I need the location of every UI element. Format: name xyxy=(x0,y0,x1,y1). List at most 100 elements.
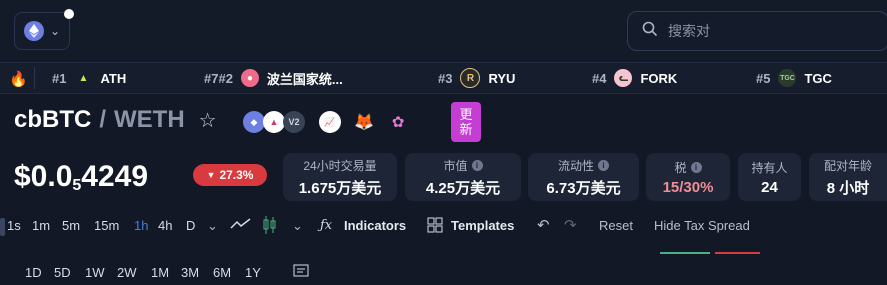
info-icon[interactable]: i xyxy=(471,159,483,171)
indicators-button[interactable]: Indicators xyxy=(344,218,406,233)
update-label-line: 新 xyxy=(459,122,473,137)
trending-name: 波兰国家统... xyxy=(266,71,343,87)
price: $0.054249 xyxy=(14,160,148,195)
chevron-down-icon[interactable]: ⌄ xyxy=(292,218,303,234)
divider xyxy=(34,67,35,89)
version-badge: V2 xyxy=(283,111,305,133)
compare-range-icon[interactable] xyxy=(293,263,311,282)
chart-link-icon[interactable]: 📈 xyxy=(319,111,341,133)
info-icon[interactable]: i xyxy=(598,159,609,171)
range-1w[interactable]: 1W xyxy=(85,265,105,280)
stat-value: 15/30% xyxy=(662,178,714,196)
interval-d[interactable]: D xyxy=(186,218,195,233)
trending-bar: 🔥 #1 ▲ ATH #7#2 ● 波兰国家统... #3 R RYU #4 ᓚ… xyxy=(0,62,887,94)
range-2w[interactable]: 2W xyxy=(117,265,137,280)
redo-icon[interactable]: ↷ xyxy=(564,216,577,234)
star-icon[interactable]: ☆ xyxy=(199,108,217,133)
stat-pair-age: 配对年龄 8 小时 xyxy=(809,153,887,201)
trending-item[interactable]: #5 TGC TGC xyxy=(756,63,832,93)
chart-toolbar: 1s 1m 5m 15m 1h 4h D ⌄ ⌄ ƒx Indicators T… xyxy=(0,210,887,244)
stat-liquidity: 流动性 i 6.73万美元 xyxy=(528,153,639,201)
fork-cat-avatar-icon: ᓚ xyxy=(614,69,633,87)
stat-label: 持有人 xyxy=(751,160,788,175)
drawing-panel-handle[interactable] xyxy=(0,218,5,236)
search-icon xyxy=(642,21,658,42)
trending-rank: #4 xyxy=(592,70,607,86)
range-5d[interactable]: 5D xyxy=(54,265,71,280)
stat-value: 4.25万美元 xyxy=(425,179,501,197)
chevron-down-icon[interactable]: ⌄ xyxy=(207,218,218,234)
pair-separator: / xyxy=(99,106,107,133)
interval-5m[interactable]: 5m xyxy=(62,218,80,233)
stat-tax: 税i 15/30% xyxy=(646,153,730,201)
update-label-line: 更 xyxy=(459,107,473,122)
stat-value: 8 小时 xyxy=(826,179,870,197)
range-1m[interactable]: 1M xyxy=(151,265,169,280)
metamask-icon[interactable]: 🦊 xyxy=(353,111,375,133)
price-digits: 4249 xyxy=(81,160,149,193)
trending-item[interactable]: #1 ▲ ATH xyxy=(52,63,126,93)
top-bar: ⌄ 搜索对 xyxy=(0,0,887,62)
token-logo-icon: ▲ xyxy=(263,111,285,133)
stat-market-cap: 市值 i 4.25万美元 xyxy=(405,153,521,201)
trending-item[interactable]: #7#2 ● 波兰国家统... xyxy=(204,63,343,93)
templates-grid-icon[interactable] xyxy=(427,217,443,236)
stat-label: 配对年龄 xyxy=(823,158,872,173)
hide-tax-spread-button[interactable]: Hide Tax Spread xyxy=(654,218,750,233)
chain-selector[interactable]: ⌄ xyxy=(14,12,70,50)
range-1y[interactable]: 1Y xyxy=(245,265,261,280)
info-icon[interactable]: i xyxy=(690,161,702,173)
ryu-logo-icon: R xyxy=(460,68,481,88)
interval-1m[interactable]: 1m xyxy=(32,218,50,233)
lotus-icon[interactable]: ✿ xyxy=(387,111,409,133)
aethir-logo-icon: ▲ xyxy=(78,72,89,84)
stat-holders: 持有人 24 xyxy=(738,153,801,201)
ethereum-icon: ◆ xyxy=(243,111,265,133)
trending-name: ATH xyxy=(100,70,127,86)
trending-rank: #1 xyxy=(52,70,67,86)
trending-name: FORK xyxy=(640,70,678,86)
templates-button[interactable]: Templates xyxy=(451,218,514,233)
candlestick-icon[interactable] xyxy=(262,215,278,238)
stat-label: 流动性 i xyxy=(558,157,609,174)
price-change-badge: ▼ 27.3% xyxy=(193,164,267,186)
price-zero-count: 5 xyxy=(72,177,82,194)
chart-preview-line xyxy=(660,252,760,254)
interval-1s[interactable]: 1s xyxy=(7,218,21,233)
line-chart-icon[interactable] xyxy=(230,216,252,235)
stat-value: 24 xyxy=(761,178,778,196)
base-token: cbBTC xyxy=(14,106,92,133)
range-3m[interactable]: 3M xyxy=(181,265,199,280)
trending-item[interactable]: #4 ᓚ FORK xyxy=(592,63,677,93)
notification-dot xyxy=(64,9,74,19)
stat-label: 税i xyxy=(674,159,702,176)
trending-name: TGC xyxy=(804,70,832,86)
chevron-down-icon: ⌄ xyxy=(49,24,61,38)
stat-label: 24小时交易量 xyxy=(303,158,377,173)
price-change: 27.3% xyxy=(219,168,254,182)
stat-label: 市值 i xyxy=(443,157,483,174)
stat-value: 6.73万美元 xyxy=(546,179,621,197)
update-button[interactable]: 更 新 xyxy=(451,102,481,142)
range-1d[interactable]: 1D xyxy=(25,265,42,280)
fire-icon: 🔥 xyxy=(9,71,28,88)
range-6m[interactable]: 6M xyxy=(213,265,231,280)
trending-rank: #5 xyxy=(756,70,771,86)
date-range-bar: 1D 5D 1W 2W 1M 3M 6M 1Y xyxy=(0,262,887,285)
stat-value: 1.675万美元 xyxy=(298,179,382,197)
reset-button[interactable]: Reset xyxy=(599,218,633,233)
price-prefix: $0.0 xyxy=(14,160,73,193)
down-arrow-icon: ▼ xyxy=(206,170,216,180)
trending-item[interactable]: #3 R RYU xyxy=(438,63,515,93)
interval-1h[interactable]: 1h xyxy=(134,218,148,233)
ethereum-icon xyxy=(23,21,44,41)
search-box[interactable]: 搜索对 xyxy=(627,11,887,51)
pair-icons: ◆ ▲ V2 📈 🦊 ✿ xyxy=(243,111,409,133)
trending-rank: #7#2 xyxy=(204,70,233,86)
fx-icon[interactable]: ƒx xyxy=(320,218,332,233)
search-placeholder[interactable]: 搜索对 xyxy=(668,21,710,41)
interval-15m[interactable]: 15m xyxy=(94,218,119,233)
interval-4h[interactable]: 4h xyxy=(158,218,172,233)
tgc-logo-icon: TGC xyxy=(778,69,797,87)
undo-icon[interactable]: ↶ xyxy=(537,216,550,234)
